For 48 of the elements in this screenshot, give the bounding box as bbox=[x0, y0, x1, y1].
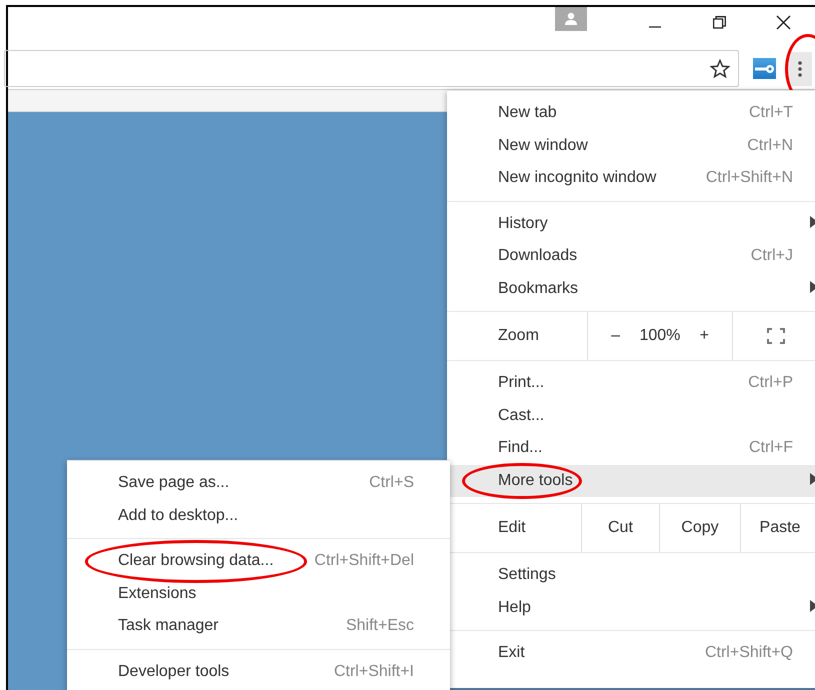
menu-item[interactable]: Save page as... Ctrl+S bbox=[67, 467, 450, 500]
menu-item[interactable]: Help bbox=[447, 592, 815, 624]
shortcut-text: Ctrl+Shift+N bbox=[706, 169, 793, 188]
menu-item[interactable]: New tab Ctrl+T bbox=[447, 97, 815, 130]
edit-action-button[interactable]: Copy bbox=[658, 504, 740, 552]
person-icon bbox=[564, 12, 578, 26]
menu-item[interactable]: New window Ctrl+N bbox=[447, 130, 815, 162]
key-extension-button[interactable] bbox=[753, 58, 776, 79]
shortcut-text: Ctrl+J bbox=[750, 247, 793, 266]
menu-item[interactable]: Task manager Shift+Esc bbox=[67, 610, 450, 642]
shortcut-text: Ctrl+Shift+I bbox=[334, 662, 414, 681]
star-icon[interactable] bbox=[710, 58, 730, 78]
menu-item[interactable]: History bbox=[447, 208, 815, 240]
shortcut-text: Ctrl+Shift+Del bbox=[314, 552, 414, 570]
menu-item[interactable]: Print... Ctrl+P bbox=[447, 367, 815, 400]
zoom-in-button[interactable]: + bbox=[692, 327, 716, 345]
edit-action-button[interactable]: Paste bbox=[740, 504, 815, 552]
restore-icon bbox=[712, 16, 726, 28]
menu-item[interactable]: Find... Ctrl+F bbox=[447, 432, 815, 464]
profile-button[interactable] bbox=[555, 7, 587, 31]
shortcut-text: Shift+Esc bbox=[346, 617, 414, 636]
menu-item[interactable]: More tools bbox=[447, 464, 815, 497]
close-icon bbox=[776, 14, 790, 30]
menu-item[interactable]: Downloads Ctrl+J bbox=[447, 240, 815, 272]
shortcut-text: Ctrl+P bbox=[748, 374, 793, 392]
menu-label: Edit bbox=[497, 518, 527, 538]
shortcut-text: Ctrl+Shift+Q bbox=[704, 644, 793, 662]
minimize-icon bbox=[649, 26, 661, 28]
shortcut-text: Ctrl+T bbox=[749, 104, 793, 122]
menu-button[interactable] bbox=[788, 52, 812, 86]
menu-item[interactable]: Add to desktop... bbox=[67, 500, 450, 532]
shortcut-text: Ctrl+N bbox=[747, 136, 793, 155]
menu-item[interactable]: Developer tools Ctrl+Shift+I bbox=[67, 656, 450, 688]
fullscreen-icon[interactable] bbox=[767, 328, 786, 344]
zoom-level: 100% bbox=[639, 327, 680, 345]
menu-item[interactable]: Exit Ctrl+Shift+Q bbox=[447, 637, 815, 670]
shortcut-text: Ctrl+S bbox=[369, 474, 414, 492]
menu-label: Zoom bbox=[497, 326, 540, 346]
menu-item[interactable]: Settings bbox=[447, 559, 815, 592]
shortcut-text: Ctrl+F bbox=[749, 439, 793, 458]
edit-action-button[interactable]: Cut bbox=[580, 504, 659, 552]
key-icon bbox=[754, 64, 774, 74]
menu-item[interactable]: Clear browsing data... Ctrl+Shift+Del bbox=[67, 545, 450, 578]
menu-item[interactable]: New incognito window Ctrl+Shift+N bbox=[447, 162, 815, 194]
more-vertical-icon bbox=[798, 60, 802, 76]
menu-item[interactable]: Cast... bbox=[447, 400, 815, 432]
zoom-out-button[interactable]: – bbox=[604, 327, 628, 345]
menu-item[interactable]: Bookmarks bbox=[447, 272, 815, 305]
